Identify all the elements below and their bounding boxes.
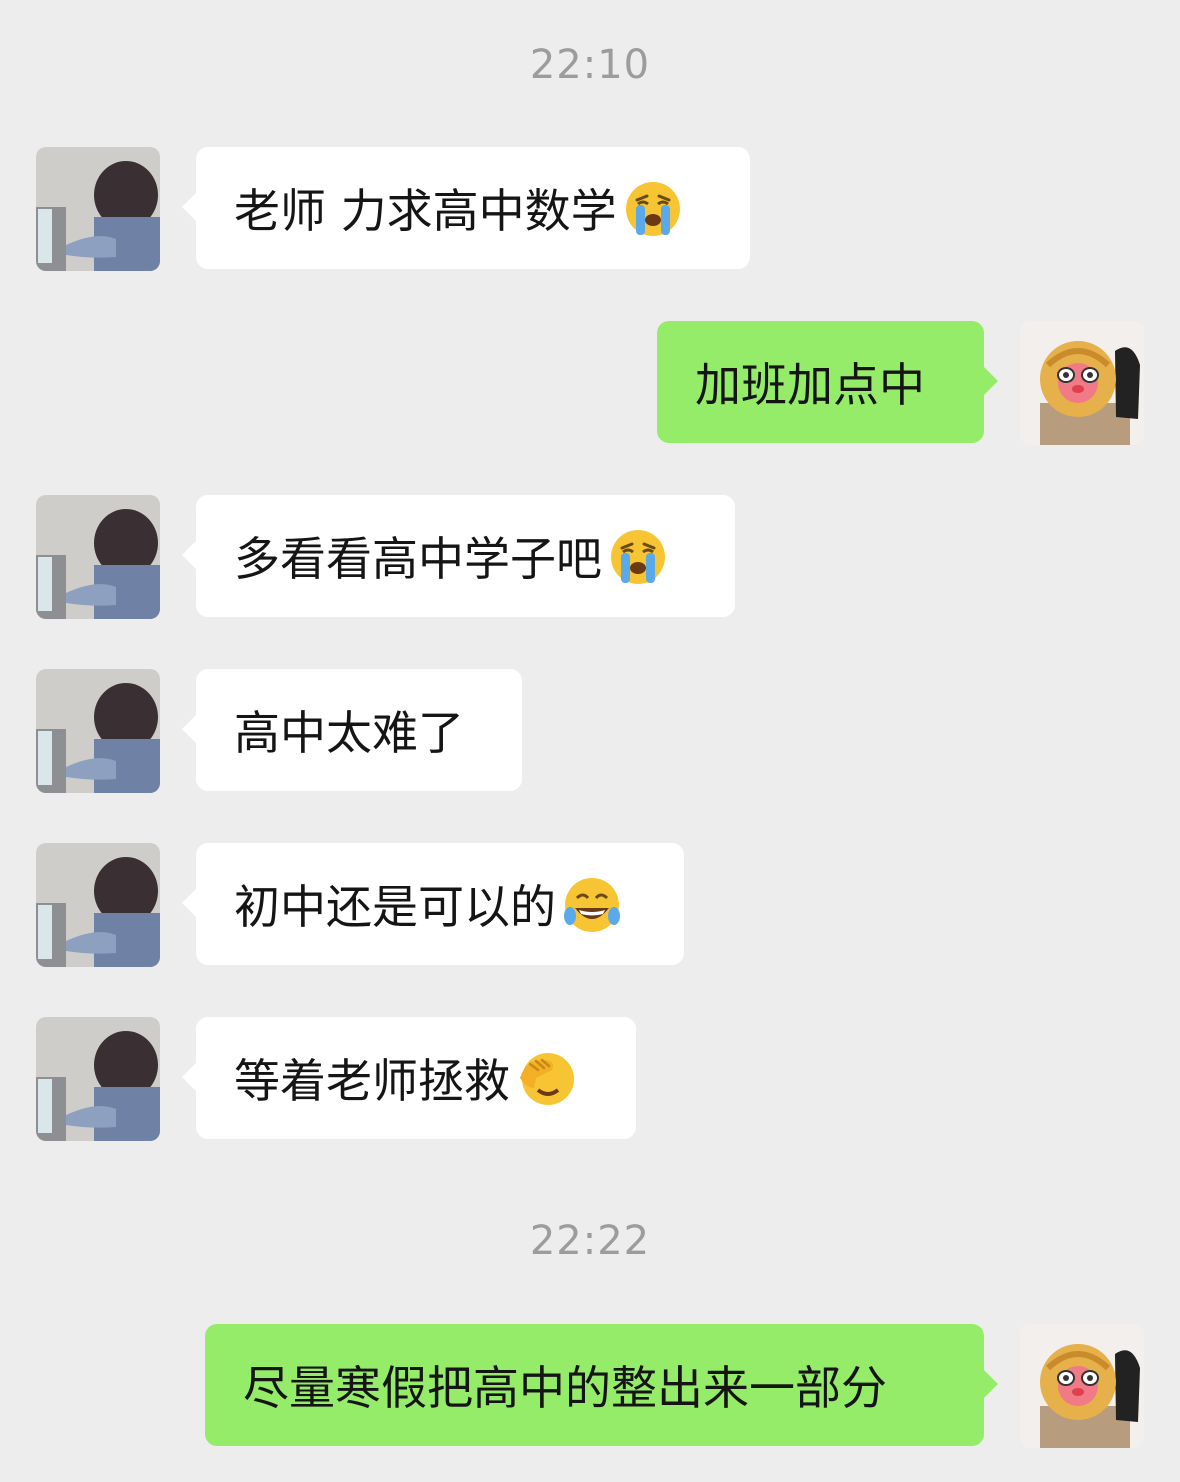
message-text: 老师 力求高中数学: [234, 184, 617, 238]
incoming-message-bubble[interactable]: 多看看高中学子吧: [182, 495, 735, 617]
message-text: 尽量寒假把高中的整出来一部分: [243, 1361, 887, 1415]
incoming-message-bubble[interactable]: 初中还是可以的: [182, 843, 684, 965]
own-avatar[interactable]: [1020, 1324, 1144, 1448]
incoming-message-bubble[interactable]: 等着老师拯救: [182, 1017, 636, 1139]
timestamp: 22:22: [529, 1218, 651, 1264]
contact-avatar[interactable]: [36, 495, 160, 619]
facepalm-emoji-icon: [516, 1048, 576, 1108]
contact-avatar[interactable]: [36, 843, 160, 967]
incoming-message-bubble[interactable]: 老师 力求高中数学: [182, 147, 750, 269]
contact-avatar[interactable]: [36, 669, 160, 793]
loudly-crying-emoji-icon: [608, 526, 668, 586]
message-text: 加班加点中: [695, 358, 925, 412]
own-avatar[interactable]: [1020, 321, 1144, 445]
message-text: 初中还是可以的: [234, 880, 556, 934]
contact-avatar[interactable]: [36, 147, 160, 271]
outgoing-message-bubble[interactable]: 尽量寒假把高中的整出来一部分: [205, 1324, 998, 1446]
outgoing-message-bubble[interactable]: 加班加点中: [657, 321, 998, 443]
timestamp: 22:10: [529, 42, 651, 88]
message-text: 高中太难了: [234, 706, 464, 760]
loudly-crying-emoji-icon: [623, 178, 683, 238]
tears-of-joy-emoji-icon: [562, 874, 622, 934]
incoming-message-bubble[interactable]: 高中太难了: [182, 669, 522, 791]
message-text: 等着老师拯救: [234, 1054, 510, 1108]
message-text: 多看看高中学子吧: [234, 532, 602, 586]
contact-avatar[interactable]: [36, 1017, 160, 1141]
